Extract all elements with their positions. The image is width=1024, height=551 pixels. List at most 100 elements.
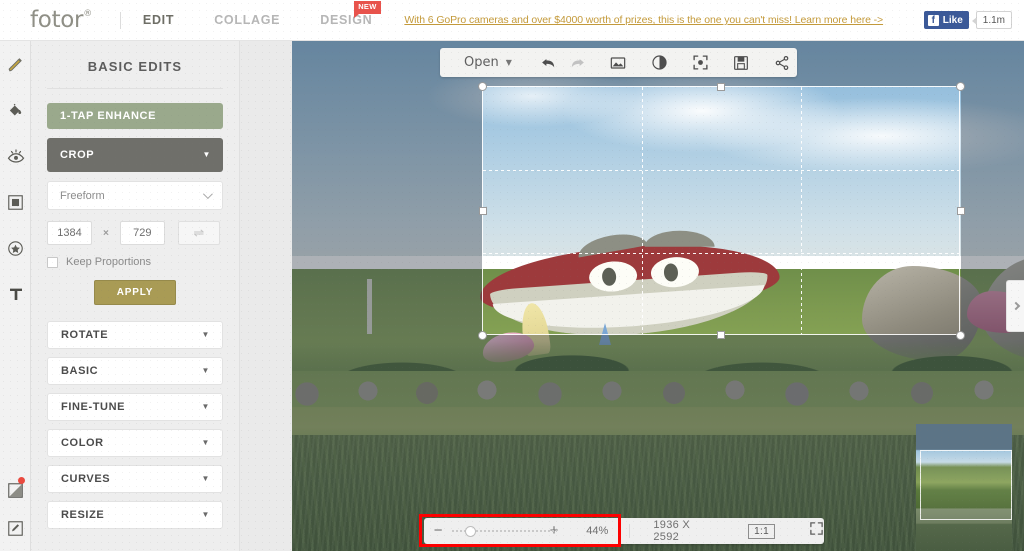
section-resize[interactable]: RESIZE ▼: [47, 501, 223, 529]
section-basic[interactable]: BASIC ▼: [47, 357, 223, 385]
actual-size-button[interactable]: 1:1: [748, 523, 775, 539]
section-curves-label: CURVES: [61, 473, 111, 485]
compare-icon: [8, 482, 23, 498]
rail-item-compare[interactable]: [0, 471, 31, 509]
section-resize-label: RESIZE: [61, 509, 105, 521]
dimension-separator: ×: [103, 227, 109, 239]
chevron-down-icon: ▼: [201, 438, 210, 447]
undo-button[interactable]: [534, 48, 563, 77]
apply-button[interactable]: APPLY: [93, 280, 177, 305]
crop-guide-horizontal-1: [483, 170, 959, 171]
redo-icon: [571, 58, 584, 68]
rail-item-frames[interactable]: [0, 179, 31, 225]
section-curves[interactable]: CURVES ▼: [47, 465, 223, 493]
eye-icon: [7, 149, 24, 163]
crop-handle-top-left[interactable]: [478, 82, 487, 91]
section-rotate-label: ROTATE: [61, 329, 109, 341]
section-color-label: COLOR: [61, 437, 104, 449]
one-tap-enhance-label: 1-TAP ENHANCE: [60, 110, 157, 122]
section-fine-tune[interactable]: FINE-TUNE ▼: [47, 393, 223, 421]
crop-selection-box[interactable]: [482, 86, 960, 335]
image-canvas[interactable]: [292, 41, 1024, 551]
section-fine-tune-label: FINE-TUNE: [61, 401, 126, 413]
crop-handle-top-center[interactable]: [717, 83, 725, 91]
navigator-thumbnail[interactable]: [916, 424, 1012, 551]
notification-dot: [18, 477, 25, 484]
fit-screen-icon: [693, 55, 708, 70]
image-button[interactable]: [604, 48, 633, 77]
chevron-down-icon: ▼: [201, 474, 210, 483]
fullscreen-button[interactable]: [809, 521, 824, 541]
contrast-button[interactable]: [645, 48, 674, 77]
crop-handle-bottom-center[interactable]: [717, 331, 725, 339]
text-icon: [9, 288, 22, 300]
chevron-down-icon: ▼: [201, 510, 210, 519]
open-button[interactable]: Open ▼: [464, 55, 512, 70]
swap-icon: ⇌: [193, 225, 205, 240]
facebook-like-button[interactable]: f Like: [923, 11, 969, 29]
keep-proportions-label: Keep Proportions: [66, 256, 151, 268]
rail-item-edit-square[interactable]: [0, 509, 31, 547]
crop-handle-bottom-left[interactable]: [478, 331, 487, 340]
crop-label: CROP: [60, 149, 95, 161]
chevron-down-icon: ▼: [505, 58, 512, 67]
crop-handle-top-right[interactable]: [956, 82, 965, 91]
crop-guide-horizontal-2: [483, 253, 959, 254]
tool-rail: [0, 41, 31, 551]
logo-text: fotor: [30, 7, 84, 33]
paint-bucket-icon: [9, 103, 22, 115]
section-rotate[interactable]: ROTATE ▼: [47, 321, 223, 349]
crop-width-input[interactable]: 1384: [47, 221, 92, 245]
save-icon: [734, 55, 749, 70]
pencil-icon: [8, 57, 22, 71]
rail-item-stickers[interactable]: [0, 225, 31, 271]
crop-handle-bottom-right[interactable]: [956, 331, 965, 340]
edit-square-icon: [8, 520, 23, 536]
editor-toolbar: Open ▼: [440, 48, 797, 77]
rail-bottom-group: [0, 471, 31, 547]
crop-guide-vertical-1: [642, 87, 643, 334]
save-button[interactable]: [727, 48, 756, 77]
zoom-slider-knob[interactable]: [465, 526, 477, 537]
one-tap-enhance-button[interactable]: 1-TAP ENHANCE: [47, 103, 223, 129]
crop-ratio-value: Freeform: [60, 189, 105, 202]
chevron-down-icon: ▼: [202, 150, 211, 159]
keep-proportions-row[interactable]: Keep Proportions: [47, 256, 223, 268]
right-panel-expander[interactable]: [1006, 280, 1024, 332]
nav-tab-edit[interactable]: EDIT: [143, 13, 174, 27]
swap-dimensions-button[interactable]: ⇌: [177, 221, 220, 245]
contrast-icon: [652, 55, 667, 70]
crop-handle-middle-left[interactable]: [479, 207, 487, 215]
crop-section-header[interactable]: CROP ▼: [47, 138, 223, 172]
nav-divider: [119, 11, 121, 29]
nav-tab-design[interactable]: DESIGN NEW: [320, 1, 381, 27]
promo-banner-link[interactable]: With 6 GoPro cameras and over $4000 wort…: [404, 14, 883, 26]
rail-item-beauty[interactable]: [0, 133, 31, 179]
new-badge: NEW: [354, 1, 381, 17]
chevron-right-icon: [1011, 301, 1020, 311]
facebook-icon: f: [927, 14, 939, 26]
crop-height-input[interactable]: 729: [119, 221, 165, 245]
zoom-divider: [628, 524, 630, 538]
section-color[interactable]: COLOR ▼: [47, 429, 223, 457]
image-dimensions-label: 1936 X 2592: [653, 519, 691, 543]
keep-proportions-checkbox[interactable]: [47, 256, 58, 268]
rail-item-text[interactable]: [0, 271, 31, 317]
fotor-logo[interactable]: fotor®: [30, 7, 92, 33]
zoom-slider[interactable]: [452, 518, 558, 544]
fit-screen-button[interactable]: [686, 48, 715, 77]
section-basic-label: BASIC: [61, 365, 99, 377]
basic-edits-panel: BASIC EDITS 1-TAP ENHANCE CROP ▼ Freefor…: [31, 41, 240, 551]
crop-ratio-select[interactable]: Freeform: [47, 181, 223, 210]
redo-button[interactable]: [563, 48, 592, 77]
share-button[interactable]: [768, 48, 797, 77]
navigator-viewport[interactable]: [920, 450, 1012, 520]
nav-tab-collage[interactable]: COLLAGE: [214, 13, 280, 27]
crop-handle-middle-right[interactable]: [957, 207, 965, 215]
rail-item-effects[interactable]: [0, 87, 31, 133]
rail-item-basic-edits[interactable]: [0, 41, 31, 87]
chevron-down-icon: ▼: [201, 330, 210, 339]
undo-icon: [542, 58, 555, 68]
zoom-out-button[interactable]: −: [424, 518, 452, 544]
apply-row: APPLY: [31, 280, 239, 305]
